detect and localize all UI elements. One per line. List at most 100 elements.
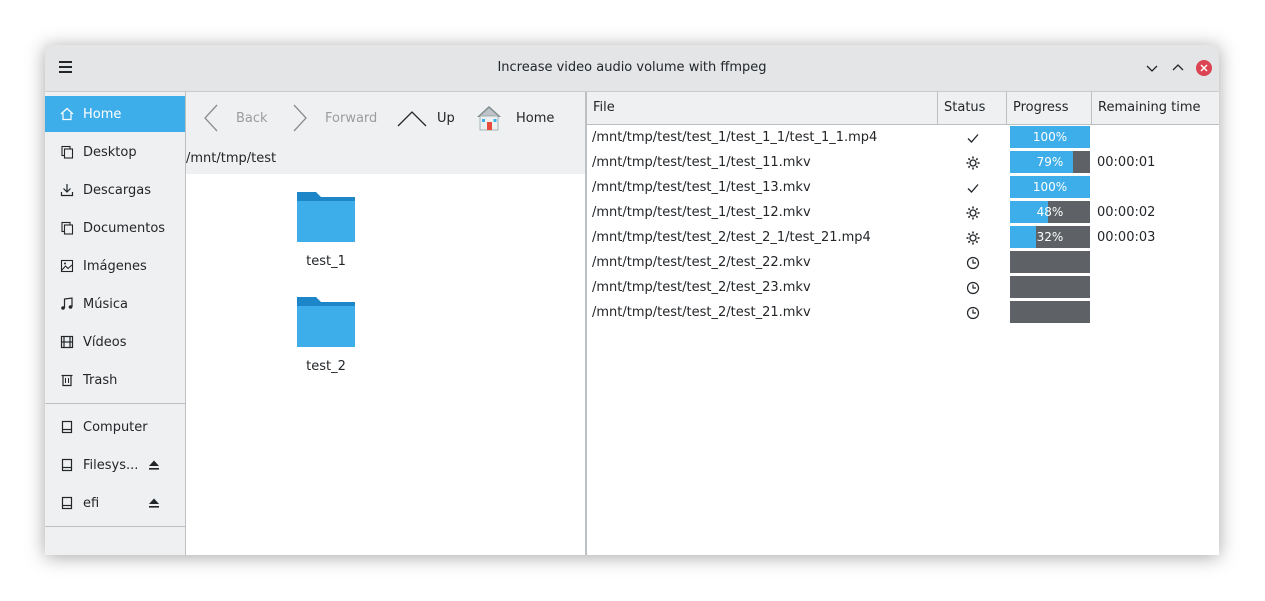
- place-label: Documentos: [83, 221, 166, 236]
- file-path: /mnt/tmp/test/test_2/test_21.mkv: [592, 305, 811, 320]
- table-row[interactable]: /mnt/tmp/test/test_1/test_12.mkv 48% 00:00…: [587, 200, 1219, 225]
- device-computer[interactable]: Computer: [45, 409, 185, 445]
- sidebar-divider: [45, 403, 185, 404]
- place-home[interactable]: Home: [45, 96, 185, 132]
- remaining-time: 00:00:03: [1097, 230, 1156, 245]
- table-row[interactable]: /mnt/tmp/test/test_2/test_22.mkv: [587, 250, 1219, 275]
- window-title: Increase video audio volume with ffmpeg: [497, 60, 767, 75]
- job-table: File Status Progress Remaining time /mnt…: [587, 92, 1219, 555]
- download-icon: [60, 184, 74, 197]
- progress-text: 48%: [1036, 205, 1064, 219]
- place-label: Desktop: [83, 145, 137, 160]
- column-header-remaining[interactable]: Remaining time: [1092, 92, 1219, 124]
- chevron-right-icon: [293, 104, 307, 132]
- place-desktop[interactable]: Desktop: [45, 134, 185, 170]
- folder-view: test_1 test_2: [186, 174, 585, 555]
- music-icon: [61, 297, 73, 310]
- file-path: /mnt/tmp/test/test_1/test_11.mkv: [592, 155, 811, 170]
- table-row[interactable]: /mnt/tmp/test/test_1/test_11.mkv 79% 00:00…: [587, 150, 1219, 175]
- maximize-icon[interactable]: [1170, 60, 1186, 76]
- folder-icon: [61, 221, 74, 235]
- gear-icon: [965, 231, 981, 245]
- progress-text: 79%: [1036, 155, 1064, 169]
- folder-item[interactable]: test_1: [281, 188, 371, 269]
- drive-icon: [61, 458, 73, 472]
- column-header-status[interactable]: Status: [938, 92, 1007, 124]
- checkmark-icon: [965, 131, 981, 145]
- sidebar-divider: [45, 526, 185, 527]
- place-label: Imágenes: [83, 259, 147, 274]
- eject-icon[interactable]: [148, 497, 160, 509]
- up-label: Up: [437, 110, 455, 126]
- device-filesystem[interactable]: Filesys...: [45, 447, 185, 483]
- place-videos[interactable]: Vídeos: [45, 324, 185, 360]
- image-icon: [60, 259, 74, 273]
- forward-button[interactable]: Forward: [291, 102, 377, 134]
- place-documentos[interactable]: Documentos: [45, 210, 185, 246]
- folder-icon: [297, 297, 355, 347]
- table-header: File Status Progress Remaining time: [587, 92, 1219, 125]
- place-descargas[interactable]: Descargas: [45, 172, 185, 208]
- eject-icon[interactable]: [148, 459, 160, 471]
- checkmark-icon: [965, 181, 981, 195]
- back-label: Back: [236, 110, 268, 126]
- path-bar[interactable]: /mnt/tmp/test: [186, 146, 585, 175]
- device-label: Filesys...: [83, 458, 139, 473]
- table-row[interactable]: /mnt/tmp/test/test_2/test_2_1/test_21.mp…: [587, 225, 1219, 250]
- progress-text: 100%: [1032, 180, 1068, 194]
- progress-bar: [1010, 251, 1090, 273]
- home-icon: [60, 107, 74, 121]
- file-path: /mnt/tmp/test/test_1/test_1_1/test_1_1.m…: [592, 130, 878, 145]
- drive-icon: [61, 496, 73, 510]
- table-row[interactable]: /mnt/tmp/test/test_1/test_1_1/test_1_1.m…: [587, 125, 1219, 150]
- progress-bar: 48%: [1010, 201, 1090, 223]
- back-button[interactable]: Back: [202, 102, 268, 134]
- progress-bar: 100%: [1010, 126, 1090, 148]
- device-label: efi: [83, 496, 100, 511]
- minimize-icon[interactable]: [1144, 60, 1160, 76]
- progress-bar: [1010, 276, 1090, 298]
- folder-icon: [297, 192, 355, 242]
- folder-item[interactable]: test_2: [281, 293, 371, 374]
- place-label: Trash: [83, 373, 118, 388]
- place-musica[interactable]: Música: [45, 286, 185, 322]
- file-browser-pane: Back Forward Up Home /mnt/tmp/test test_…: [186, 92, 587, 555]
- table-row[interactable]: /mnt/tmp/test/test_1/test_13.mkv 100%: [587, 175, 1219, 200]
- column-header-progress[interactable]: Progress: [1007, 92, 1092, 124]
- chevron-left-icon: [204, 104, 218, 132]
- clock-icon: [965, 306, 981, 320]
- progress-text: 100%: [1032, 130, 1068, 144]
- trash-icon: [61, 374, 73, 387]
- clock-icon: [965, 256, 981, 270]
- file-path: /mnt/tmp/test/test_1/test_12.mkv: [592, 205, 811, 220]
- device-efi[interactable]: efi: [45, 485, 185, 521]
- progress-bar: 79%: [1010, 151, 1090, 173]
- progress-bar: 100%: [1010, 176, 1090, 198]
- remaining-time: 00:00:01: [1097, 155, 1156, 170]
- folder-name: test_2: [306, 359, 346, 374]
- column-header-file[interactable]: File: [587, 92, 938, 124]
- gear-icon: [965, 206, 981, 220]
- folder-name: test_1: [306, 254, 346, 269]
- current-path: /mnt/tmp/test: [186, 151, 277, 166]
- close-icon[interactable]: [1196, 60, 1212, 76]
- up-button[interactable]: Up: [397, 102, 455, 134]
- place-trash[interactable]: Trash: [45, 362, 185, 398]
- home-button[interactable]: Home: [476, 102, 554, 134]
- file-path: /mnt/tmp/test/test_2/test_22.mkv: [592, 255, 811, 270]
- place-label: Vídeos: [83, 335, 127, 350]
- place-label: Descargas: [83, 183, 152, 198]
- progress-text: 32%: [1036, 230, 1064, 244]
- table-row[interactable]: /mnt/tmp/test/test_2/test_21.mkv: [587, 300, 1219, 325]
- folder-icon: [61, 145, 74, 159]
- chevron-up-icon: [397, 111, 427, 127]
- home-label: Home: [516, 110, 555, 126]
- progress-bar: 32%: [1010, 226, 1090, 248]
- table-row[interactable]: /mnt/tmp/test/test_2/test_23.mkv: [587, 275, 1219, 300]
- drive-icon: [61, 420, 73, 434]
- place-imagenes[interactable]: Imágenes: [45, 248, 185, 284]
- remaining-time: 00:00:02: [1097, 205, 1156, 220]
- progress-bar: [1010, 301, 1090, 323]
- clock-icon: [965, 281, 981, 295]
- device-label: Computer: [83, 420, 148, 435]
